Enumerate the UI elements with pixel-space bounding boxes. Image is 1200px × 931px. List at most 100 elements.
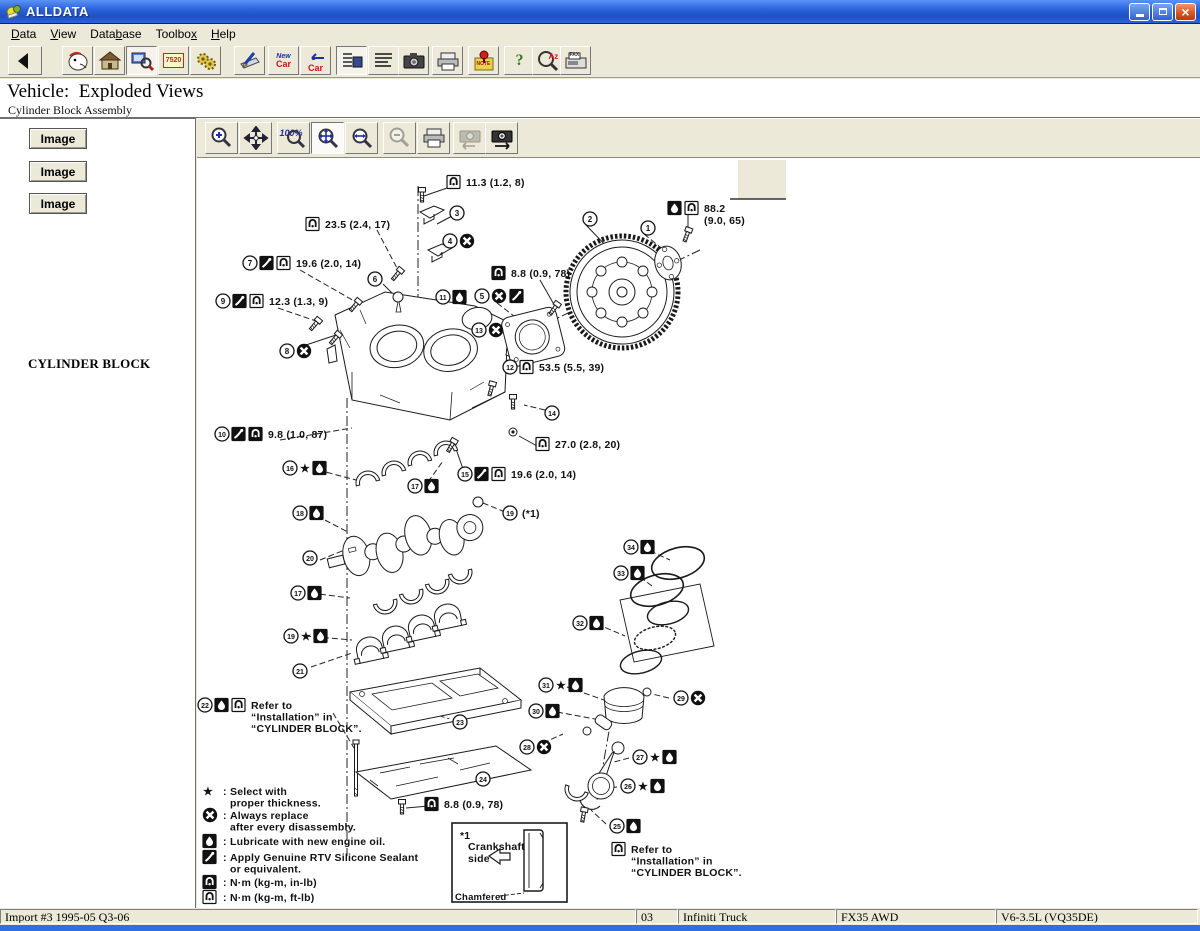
engine-block [327,292,516,420]
article-with-image-button[interactable] [336,46,367,75]
callout: 34 [624,540,654,554]
legend-item: ★:Select withproper thickness. [203,786,321,810]
mascot-button[interactable] [62,46,93,75]
page-title: Vehicle: Exploded Views [7,81,203,103]
menu-database[interactable]: Database [83,25,148,43]
status-engine: V6-3.5L (VQ35DE) [996,909,1198,924]
callout: 29 [674,691,705,705]
status-year: 03 [636,909,678,924]
note-button[interactable]: NOTE [468,46,499,75]
svg-text:7: 7 [248,259,253,268]
zoom-in-button[interactable] [205,122,238,154]
camera-button[interactable] [398,46,429,75]
callout: 8.8 (0.9, 78) [425,798,503,812]
callout: 26★ [621,779,664,793]
svg-text:16: 16 [286,466,294,473]
pan-button[interactable] [239,122,272,154]
minimize-button[interactable] [1129,3,1150,21]
svg-text::: : [223,836,227,848]
svg-text:8.8 (0.9, 78): 8.8 (0.9, 78) [444,799,503,811]
legend-item: :Always replaceafter every disassembly. [203,808,356,834]
baffle-plate [356,746,531,799]
window-title: ALLDATA [26,4,89,19]
zoom-fit-button[interactable] [311,122,344,154]
menu-view[interactable]: View [43,25,83,43]
callout: 32 [573,616,603,630]
next-image-button[interactable] [485,122,518,154]
svg-text:Crankshaft: Crankshaft [468,841,525,853]
menu-toolbox[interactable]: Toolbox [149,25,204,43]
image-button-2[interactable]: Image [29,161,87,182]
legend-item: :N·m (kg-m, ft-lb) [203,891,314,905]
svg-text:Select with: Select with [230,786,287,798]
callout: Refer to“Installation” in“CYLINDER BLOCK… [612,843,742,880]
pilot-bushing [473,497,483,507]
restore-button[interactable] [1152,3,1173,21]
content-header: Vehicle: Exploded Views Cylinder Block A… [0,79,1200,118]
svg-text:12: 12 [506,365,514,372]
close-button[interactable]: × [1175,3,1196,21]
back-button[interactable] [8,46,42,75]
settings-gears-button[interactable] [190,46,221,75]
alldata-window: ALLDATA × DataViewDatabaseToolboxHelp [0,0,1200,931]
svg-text:or equivalent.: or equivalent. [230,864,301,876]
zoom-width-button[interactable] [345,122,378,154]
viewer-print-button[interactable] [417,122,450,154]
svg-text:★: ★ [638,781,648,793]
print-button[interactable] [432,46,463,75]
help-button[interactable]: ? [504,46,535,75]
legend-item: :N·m (kg-m, in-lb) [203,876,317,890]
menu-help[interactable]: Help [204,25,243,43]
svg-text:25: 25 [613,824,621,831]
taskbar-edge [0,925,1200,931]
new-car-button[interactable]: New Car [268,46,299,75]
app-logo-icon [6,4,22,19]
callout: 27.0 (2.8, 20) [536,438,620,452]
search-az-button[interactable]: Az [532,46,563,75]
svg-text:1: 1 [646,224,651,233]
shop-diagnostics-button[interactable] [126,46,157,75]
svg-text:24: 24 [479,777,487,784]
legend-item: :Apply Genuine RTV Silicone Sealantor eq… [203,851,419,876]
sign-pad-button[interactable] [234,46,265,75]
image-button-3[interactable]: Image [29,193,87,214]
svg-text:13: 13 [475,328,483,335]
callout: 23.5 (2.4, 17) [306,218,390,232]
svg-text:19.6 (2.0, 14): 19.6 (2.0, 14) [296,258,361,270]
svg-text:20: 20 [306,556,314,563]
svg-text:14: 14 [548,411,556,418]
callout: 17 [291,586,321,600]
callout: 33 [614,566,644,580]
callout: 14 [545,406,559,420]
svg-text:“Installation” in: “Installation” in [631,856,713,868]
callout: 1519.6 (2.0, 14) [458,467,576,481]
svg-text:11.3 (1.2, 8): 11.3 (1.2, 8) [466,177,525,189]
zoom-100-button[interactable]: 100% [277,122,310,154]
image-button-1[interactable]: Image [29,128,87,149]
fax-button[interactable]: FAX [560,46,591,75]
callout: 1 [641,221,655,235]
prev-image-button[interactable] [453,122,486,154]
svg-text:Apply Genuine RTV Silicone Sea: Apply Genuine RTV Silicone Sealant [230,852,419,864]
code-7520-button[interactable]: 7520 [158,46,189,75]
home-button[interactable] [94,46,125,75]
callout: 19(*1) [503,506,540,520]
help-label: ? [516,52,524,70]
svg-text:6: 6 [373,275,378,284]
svg-text:27.0 (2.8, 20): 27.0 (2.8, 20) [555,439,620,451]
car-return-button[interactable]: Car [300,46,331,75]
menu-data[interactable]: Data [4,25,43,43]
svg-text:Lubricate with new engine oil.: Lubricate with new engine oil. [230,836,385,848]
status-bar: Import #3 1995-05 Q3-06 03 Infiniti Truc… [0,908,1200,925]
svg-text:88.2: 88.2 [704,203,725,215]
svg-text:19: 19 [506,511,514,518]
article-text-button[interactable] [368,46,399,75]
callout: 20 [303,551,317,565]
menu-bar: DataViewDatabaseToolboxHelp [0,24,1200,44]
zoom-out-button[interactable] [383,122,416,154]
svg-text:(9.0, 65): (9.0, 65) [704,215,745,227]
callout: 8 [280,344,311,358]
diagram-canvas[interactable]: 11.3 (1.2, 8) 23.5 (2.4, 17) 34 7 19.6 (2.0,… [197,159,1200,908]
piston-rings [618,541,714,678]
svg-text:17: 17 [411,484,419,491]
